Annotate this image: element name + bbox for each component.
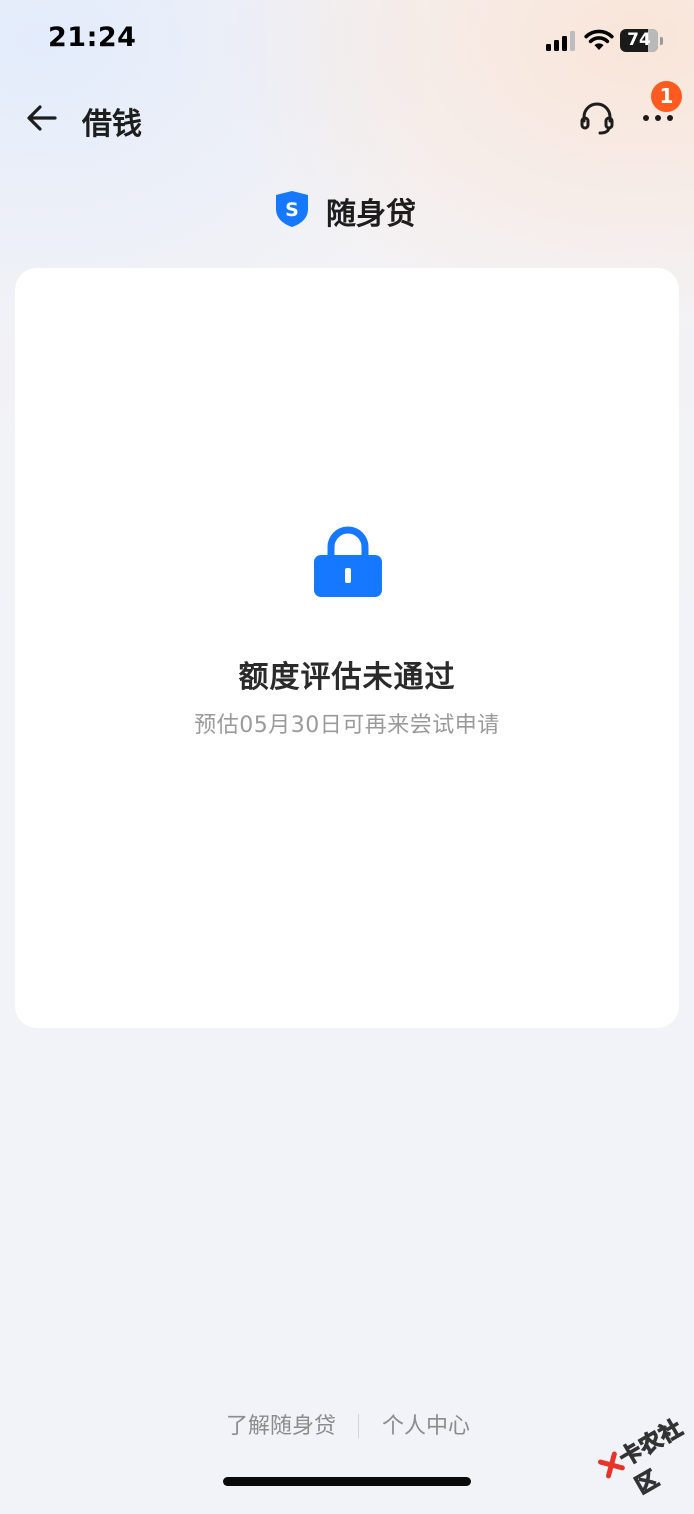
result-title: 额度评估未通过 (238, 660, 456, 695)
footer-divider (358, 1414, 359, 1438)
home-indicator[interactable] (223, 1477, 471, 1486)
wifi-icon (584, 29, 614, 50)
notification-badge: 1 (651, 81, 682, 112)
page-title: 借钱 (82, 107, 142, 142)
battery-indicator: 74 (620, 29, 664, 52)
result-card: 额度评估未通过 预估05月30日可再来尝试申请 (15, 268, 679, 1028)
headset-icon[interactable] (578, 99, 616, 137)
svg-text:S: S (285, 199, 299, 221)
status-bar: 21:24 74 (0, 0, 694, 84)
lock-icon (314, 526, 382, 597)
battery-level: 74 (627, 30, 651, 50)
watermark-text: 卡农社区 (615, 1415, 688, 1500)
battery-body: 74 (620, 29, 658, 52)
product-name: 随身贷 (326, 197, 416, 232)
personal-center-link[interactable]: 个人中心 (382, 1408, 470, 1440)
cellular-signal-icon (546, 31, 575, 51)
back-arrow-icon[interactable] (24, 100, 60, 136)
about-product-link[interactable]: 了解随身贷 (226, 1408, 336, 1440)
shield-s-icon: S (276, 191, 308, 227)
status-time: 21:24 (48, 22, 137, 53)
battery-cap (660, 37, 663, 45)
result-subtitle: 预估05月30日可再来尝试申请 (194, 713, 500, 738)
